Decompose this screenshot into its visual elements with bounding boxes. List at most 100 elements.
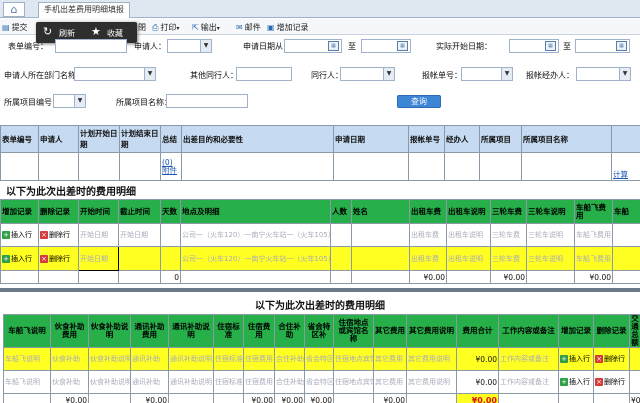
col-applicant[interactable]: 申请人: [38, 125, 79, 153]
other-fee-input[interactable]: 其它费用: [373, 347, 407, 371]
col-traffic-total[interactable]: 交通总额: [629, 314, 640, 348]
calendar-icon[interactable]: ▦: [545, 41, 556, 51]
col-work-note[interactable]: 工作内容或备注: [498, 314, 559, 348]
shared-allowance-input[interactable]: 合住补助: [274, 370, 305, 394]
col-reimb-no[interactable]: 报帐单号: [408, 125, 445, 153]
col-lodging-std[interactable]: 住宿标准: [213, 314, 244, 348]
end-time-input[interactable]: [118, 246, 161, 271]
other-note-input[interactable]: 其它费用说明: [406, 370, 457, 394]
col-add-record[interactable]: 增加记录: [558, 314, 594, 348]
lodging-fee-input[interactable]: 住宿费用: [243, 370, 275, 394]
col-end-time[interactable]: 截止时间: [118, 199, 161, 224]
days-cell[interactable]: [160, 246, 181, 271]
taxi-fee-input[interactable]: 出租车费: [409, 246, 447, 271]
route-input[interactable]: 公司一（火车120）一南宁火车站一（火车105）人数: [180, 246, 331, 271]
col-meal-fee[interactable]: 伙食补助费用: [50, 314, 89, 348]
dept-select[interactable]: ▼: [74, 67, 156, 81]
col-comm-note[interactable]: 通讯补助说明: [168, 314, 214, 348]
col-project-name[interactable]: 所属项目名称: [521, 125, 612, 153]
col-start-time[interactable]: 开始时间: [78, 199, 119, 224]
vehicle-note-input[interactable]: 车船飞说明: [3, 347, 51, 371]
meal-note-input[interactable]: 伙食补助说明: [88, 347, 131, 371]
people-input[interactable]: [330, 223, 352, 247]
other-note-input[interactable]: 其它费用说明: [406, 347, 457, 371]
insert-row-button[interactable]: + 插入行: [2, 230, 32, 240]
tricycle-note-input[interactable]: 三轮车说明: [526, 246, 575, 271]
tricycle-fee-input[interactable]: 三轮车费: [490, 223, 527, 247]
apply-date-to-input[interactable]: ▦: [361, 39, 411, 53]
col-comm-fee[interactable]: 通讯补助费用: [130, 314, 169, 348]
col-apply-date[interactable]: 申请日期: [333, 125, 409, 153]
settle-link[interactable]: 计算: [613, 170, 628, 179]
vehicle-note-input[interactable]: 车船飞说明: [3, 370, 51, 394]
refresh-button[interactable]: 刷新: [59, 28, 75, 39]
lodging-std-input[interactable]: 住宿标准: [213, 347, 244, 371]
favorite-button[interactable]: 收藏: [107, 28, 123, 39]
lodging-std-input[interactable]: 住宿标准: [213, 370, 244, 394]
people-input[interactable]: [330, 246, 352, 271]
tab-expense-detail[interactable]: 手机出差费用明细填报: [38, 2, 130, 18]
col-meal-note[interactable]: 伙食补助说明: [88, 314, 131, 348]
comm-fee-input[interactable]: 通讯补助: [130, 370, 169, 394]
work-note-input[interactable]: 工作内容或备注: [498, 347, 559, 371]
taxi-fee-input[interactable]: 出租车费: [409, 223, 447, 247]
col-tricycle-note[interactable]: 三轮车说明: [526, 199, 575, 224]
delete-row-button[interactable]: × 删除行: [40, 230, 70, 240]
comm-note-input[interactable]: 通讯补助说明: [168, 347, 214, 371]
col-people[interactable]: 人数: [330, 199, 352, 224]
hotel-name-input[interactable]: 住宿地点宾馆名称: [333, 347, 374, 371]
export-button[interactable]: ⇱ 输出▾: [192, 22, 220, 33]
route-input[interactable]: 公司一（火车120）一南宁火车站一（火车105）人数: [180, 223, 331, 247]
tricycle-fee-input[interactable]: 三轮车费: [490, 246, 527, 271]
refresh-icon[interactable]: ↻: [43, 25, 52, 39]
col-other-note[interactable]: 其它费用说明: [406, 314, 457, 348]
submit-button[interactable]: ▤ 提交: [2, 22, 28, 33]
col-tricycle-fee[interactable]: 三轮车费: [490, 199, 527, 224]
calendar-icon[interactable]: ▦: [616, 41, 627, 51]
form-no-input[interactable]: [55, 39, 127, 53]
vehicle-fee-input[interactable]: 车船飞费用: [574, 246, 613, 271]
meal-fee-input[interactable]: 伙食补助: [50, 347, 89, 371]
insert-row-button[interactable]: + 插入行: [2, 254, 32, 264]
companion-select[interactable]: ▼: [340, 67, 395, 81]
apply-date-from-input[interactable]: ▦: [284, 39, 342, 53]
col-days[interactable]: 天数: [160, 199, 181, 224]
col-other-fee[interactable]: 其它费用: [373, 314, 407, 348]
calendar-icon[interactable]: ▦: [397, 41, 408, 51]
col-shared-allowance[interactable]: 合住补助: [274, 314, 305, 348]
col-add-record[interactable]: 增加记录: [0, 199, 39, 224]
col-route[interactable]: 地点及明细: [180, 199, 331, 224]
start-time-input[interactable]: 开始日期: [78, 223, 119, 247]
print-button[interactable]: ⎙ 打印▾: [152, 22, 179, 33]
home-icon[interactable]: ⌂: [3, 2, 25, 17]
col-plan-end[interactable]: 计划结束日期: [119, 125, 161, 153]
end-time-input[interactable]: 开始日期: [118, 223, 161, 247]
actual-start-from-input[interactable]: ▦: [509, 39, 559, 53]
other-companion-input[interactable]: [236, 67, 292, 81]
other-fee-input[interactable]: 其它费用: [373, 370, 407, 394]
col-handler[interactable]: 经办人: [444, 125, 480, 153]
meal-fee-input[interactable]: 伙食补助: [50, 370, 89, 394]
work-note-input[interactable]: 工作内容或备注: [498, 370, 559, 394]
applicant-select[interactable]: ▼: [167, 39, 212, 53]
start-time-input[interactable]: 开始日期: [78, 246, 119, 271]
col-vehicle-note[interactable]: 车船飞说明: [3, 314, 51, 348]
name-input[interactable]: [351, 246, 410, 271]
col-plan-start[interactable]: 计划开始日期: [78, 125, 120, 153]
attachment-link[interactable]: (0)附件: [162, 158, 177, 175]
hotel-name-input[interactable]: 住宿地点宾馆名称: [333, 370, 374, 394]
insert-row-button[interactable]: + 插入行: [560, 354, 590, 364]
col-delete-record[interactable]: 删除记录: [38, 199, 79, 224]
project-name-input[interactable]: [166, 94, 248, 108]
col-lodging-fee[interactable]: 住宿费用: [243, 314, 275, 348]
name-input[interactable]: [351, 223, 410, 247]
shared-allowance-input[interactable]: 合住补助: [274, 347, 305, 371]
vehicle-fee-input[interactable]: 车船飞费用: [574, 223, 613, 247]
col-form-no[interactable]: 表单编号: [0, 125, 39, 153]
lodging-fee-input[interactable]: 住宿费用: [243, 347, 275, 371]
col-total[interactable]: 费用合计: [456, 314, 499, 348]
taxi-note-input[interactable]: 出租车说明: [446, 246, 491, 271]
col-vehicle-extra[interactable]: 车船: [612, 199, 640, 224]
col-purpose[interactable]: 出差目的和必要性: [181, 125, 334, 153]
col-taxi-note[interactable]: 出租车说明: [446, 199, 491, 224]
